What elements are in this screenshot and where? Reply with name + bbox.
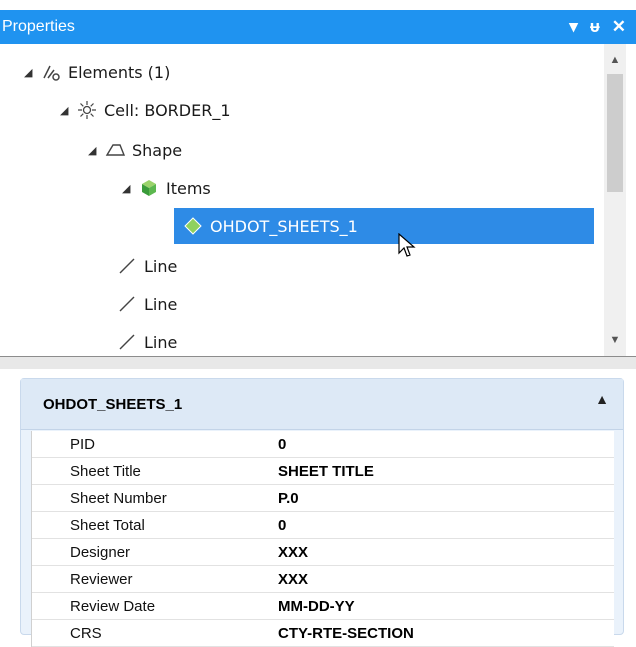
property-row[interactable]: Sheet Total 0: [32, 512, 614, 539]
window-controls: ▾ ᵾ ✕: [569, 10, 626, 44]
property-key: Sheet Number: [70, 489, 167, 507]
property-row[interactable]: Designer XXX: [32, 539, 614, 566]
tree-scrollbar[interactable]: ▲ ▼: [604, 44, 626, 356]
property-value[interactable]: XXX: [278, 571, 308, 588]
property-key: PID: [70, 435, 96, 453]
properties-titlebar: Properties ▾ ᵾ ✕: [0, 10, 636, 44]
window-title: Properties: [2, 18, 75, 35]
line-icon: [116, 255, 138, 277]
tree-node-label: Elements (1): [68, 62, 171, 82]
cell-icon: [76, 99, 98, 121]
property-value[interactable]: 0: [278, 436, 286, 453]
tree-node-label: Items: [166, 178, 211, 198]
tree-node-line[interactable]: Line: [116, 324, 177, 360]
property-grid: PID 0 Sheet Title SHEET TITLE Sheet Number…: [31, 431, 614, 647]
chevron-down-icon[interactable]: ▾: [569, 17, 578, 37]
shape-icon: [104, 139, 126, 161]
tree-node-items[interactable]: ◢ Items: [122, 170, 211, 206]
property-key: Review Date: [70, 597, 156, 615]
mouse-pointer-icon: [398, 233, 416, 257]
property-value[interactable]: MM-DD-YY: [278, 598, 355, 615]
close-icon[interactable]: ✕: [612, 17, 626, 37]
property-value[interactable]: 0: [278, 517, 286, 534]
property-key: Sheet Title: [70, 462, 141, 480]
items-icon: [138, 177, 160, 199]
line-icon: [116, 331, 138, 353]
expand-arrow-icon[interactable]: ◢: [24, 66, 40, 79]
scroll-thumb[interactable]: [607, 74, 623, 192]
tree-node-label: Cell: BORDER_1: [104, 100, 231, 120]
tree-node-label: Shape: [132, 140, 183, 160]
property-row[interactable]: Review Date MM-DD-YY: [32, 593, 614, 620]
item-diamond-icon: [182, 215, 204, 237]
property-value[interactable]: SHEET TITLE: [278, 463, 374, 480]
tree-node-line[interactable]: Line: [116, 286, 177, 322]
details-panel: OHDOT_SHEETS_1 ▲ PID 0 Sheet Title SHEET T…: [20, 378, 624, 647]
property-row[interactable]: CRS CTY-RTE-SECTION: [32, 620, 614, 647]
property-key: Reviewer: [70, 570, 133, 588]
property-value[interactable]: CTY-RTE-SECTION: [278, 625, 414, 642]
tree-node-elements[interactable]: ◢ Elements (1): [24, 54, 170, 90]
property-row[interactable]: Sheet Title SHEET TITLE: [32, 458, 614, 485]
tree-node-cell[interactable]: ◢ Cell: BORDER_1: [60, 92, 231, 128]
scroll-down-icon[interactable]: ▼: [604, 330, 626, 350]
collapse-icon[interactable]: ▲: [595, 391, 609, 407]
tree-node-label: Line: [144, 256, 178, 276]
expand-arrow-icon[interactable]: ◢: [122, 182, 138, 195]
property-key: Designer: [70, 543, 131, 561]
tree-node-label: Line: [144, 332, 178, 352]
element-tree[interactable]: ◢ Elements (1) ◢ Cell: BORDER_1 ◢ Shape …: [0, 44, 604, 356]
property-row[interactable]: PID 0: [32, 431, 614, 458]
splitter[interactable]: [0, 356, 636, 369]
property-value[interactable]: XXX: [278, 544, 308, 561]
scroll-up-icon[interactable]: ▲: [604, 50, 626, 70]
line-icon: [116, 293, 138, 315]
tree-node-label: Line: [144, 294, 178, 314]
details-title: OHDOT_SHEETS_1: [43, 395, 183, 413]
tree-node-line[interactable]: Line: [116, 248, 177, 284]
expand-arrow-icon[interactable]: ◢: [60, 104, 76, 117]
property-value[interactable]: P.0: [278, 490, 299, 507]
property-key: Sheet Total: [70, 516, 145, 534]
pin-icon[interactable]: ᵾ: [590, 17, 600, 37]
tree-node-label: OHDOT_SHEETS_1: [210, 216, 358, 236]
tree-node-shape[interactable]: ◢ Shape: [88, 132, 182, 168]
details-header[interactable]: OHDOT_SHEETS_1 ▲: [21, 379, 623, 430]
tree-node-ohdot-sheets-selected[interactable]: OHDOT_SHEETS_1: [174, 208, 594, 244]
elements-icon: [40, 61, 62, 83]
property-key: CRS: [70, 624, 102, 642]
property-row[interactable]: Reviewer XXX: [32, 566, 614, 593]
expand-arrow-icon[interactable]: ◢: [88, 144, 104, 157]
property-row[interactable]: Sheet Number P.0: [32, 485, 614, 512]
